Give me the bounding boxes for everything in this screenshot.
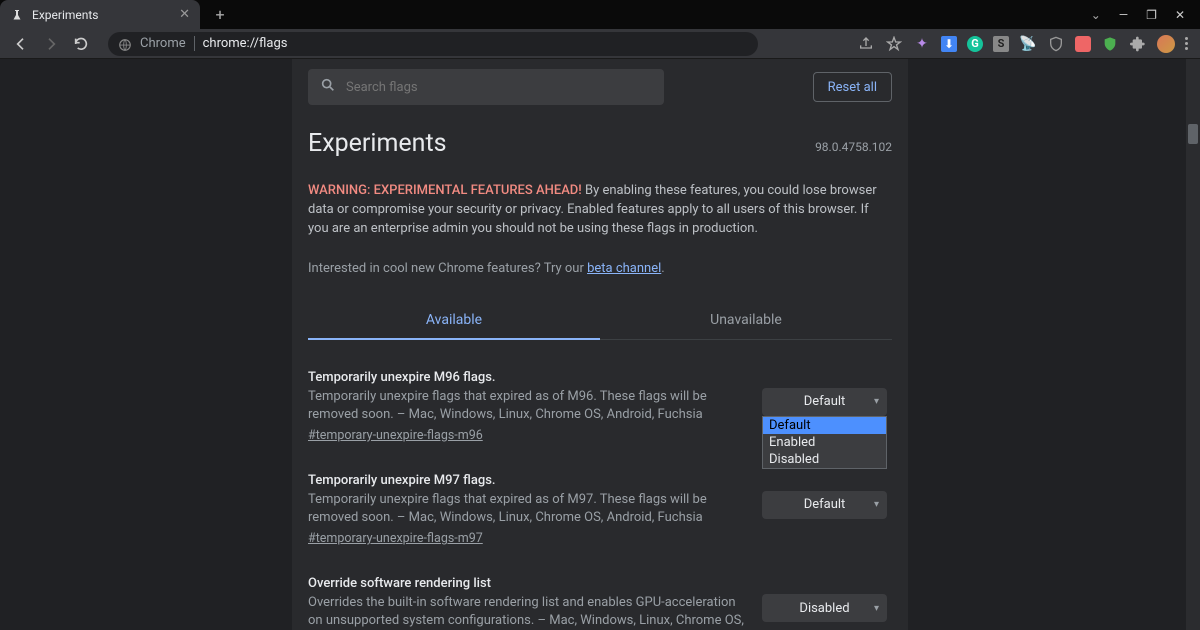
- s-extension-icon[interactable]: S: [993, 36, 1009, 52]
- flag-title: Temporarily unexpire M96 flags.: [308, 370, 748, 385]
- new-tab-button[interactable]: +: [206, 1, 234, 29]
- version-label: 98.0.4758.102: [815, 140, 892, 154]
- extensions-icon[interactable]: [1129, 35, 1147, 53]
- globe-icon: [118, 37, 132, 51]
- flag-description: Temporarily unexpire flags that expired …: [308, 388, 748, 424]
- shield-green-icon[interactable]: [1101, 35, 1119, 53]
- flag-item: Temporarily unexpire M96 flags. Temporari…: [308, 370, 892, 443]
- download-icon[interactable]: ⬇: [941, 36, 957, 52]
- flag-hash-link[interactable]: #temporary-unexpire-flags-m96: [308, 428, 483, 443]
- omnibox-url: chrome://flags: [203, 36, 288, 51]
- flag-dropdown[interactable]: Disabled: [762, 594, 887, 622]
- search-input[interactable]: [308, 69, 664, 105]
- extension-icons: ✦ ⬇ G S 📡: [857, 35, 1188, 53]
- star-icon[interactable]: [885, 35, 903, 53]
- window-controls: ⌄ — ❐ ✕: [1091, 8, 1200, 22]
- flag-item: Temporarily unexpire M97 flags. Temporari…: [308, 473, 892, 546]
- toolbar: Chrome chrome://flags ✦ ⬇ G S 📡: [0, 29, 1200, 59]
- flask-icon: [10, 8, 24, 22]
- omnibox[interactable]: Chrome chrome://flags: [108, 32, 758, 56]
- dropdown-option[interactable]: Disabled: [763, 451, 886, 468]
- flag-dropdown[interactable]: Default: [762, 388, 887, 416]
- page-content: Reset all Experiments 98.0.4758.102 WARN…: [292, 59, 908, 630]
- dropdown-menu: DefaultEnabledDisabled: [762, 416, 887, 469]
- tower-icon[interactable]: 📡: [1019, 35, 1037, 53]
- scrollbar-thumb[interactable]: [1188, 124, 1198, 144]
- tabs: Available Unavailable: [308, 302, 892, 340]
- flag-description: Overrides the built-in software renderin…: [308, 594, 748, 630]
- browser-tab[interactable]: Experiments ✕: [0, 0, 200, 29]
- kebab-menu-icon[interactable]: [1185, 37, 1188, 50]
- titlebar: Experiments ✕ + ⌄ — ❐ ✕: [0, 0, 1200, 29]
- grammarly-icon[interactable]: G: [967, 36, 983, 52]
- flag-description: Temporarily unexpire flags that expired …: [308, 491, 748, 527]
- feather-icon[interactable]: ✦: [913, 35, 931, 53]
- minimize-icon[interactable]: —: [1119, 8, 1128, 22]
- chevron-down-icon[interactable]: ⌄: [1091, 8, 1101, 22]
- reset-all-button[interactable]: Reset all: [813, 72, 892, 102]
- flag-title: Temporarily unexpire M97 flags.: [308, 473, 748, 488]
- beta-line: Interested in cool new Chrome features? …: [308, 261, 892, 276]
- page-title: Experiments: [308, 129, 447, 158]
- search-field[interactable]: [346, 80, 652, 95]
- beta-channel-link[interactable]: beta channel: [587, 261, 661, 276]
- box-icon[interactable]: [1075, 36, 1091, 52]
- tab-title: Experiments: [32, 8, 171, 22]
- flag-title: Override software rendering list: [308, 576, 748, 591]
- search-icon: [320, 77, 336, 97]
- close-icon[interactable]: ✕: [179, 7, 190, 22]
- warning-prefix: WARNING: EXPERIMENTAL FEATURES AHEAD!: [308, 183, 582, 198]
- reload-button[interactable]: [72, 35, 90, 53]
- dropdown-option[interactable]: Enabled: [763, 434, 886, 451]
- share-icon[interactable]: [857, 35, 875, 53]
- close-window-icon[interactable]: ✕: [1175, 8, 1185, 22]
- flag-item: Override software rendering list Override…: [308, 576, 892, 630]
- flag-dropdown[interactable]: Default: [762, 491, 887, 519]
- back-button[interactable]: [12, 35, 30, 53]
- warning-text: WARNING: EXPERIMENTAL FEATURES AHEAD! By…: [308, 182, 892, 239]
- maximize-icon[interactable]: ❐: [1146, 8, 1157, 22]
- omnibox-scheme: Chrome: [140, 36, 195, 51]
- dropdown-option[interactable]: Default: [763, 417, 886, 434]
- viewport: Reset all Experiments 98.0.4758.102 WARN…: [0, 59, 1200, 630]
- forward-button[interactable]: [42, 35, 60, 53]
- tab-available[interactable]: Available: [308, 302, 600, 340]
- shield-icon[interactable]: [1047, 35, 1065, 53]
- tab-unavailable[interactable]: Unavailable: [600, 302, 892, 339]
- flag-hash-link[interactable]: #temporary-unexpire-flags-m97: [308, 531, 483, 546]
- scrollbar[interactable]: [1186, 59, 1200, 630]
- avatar[interactable]: [1157, 35, 1175, 53]
